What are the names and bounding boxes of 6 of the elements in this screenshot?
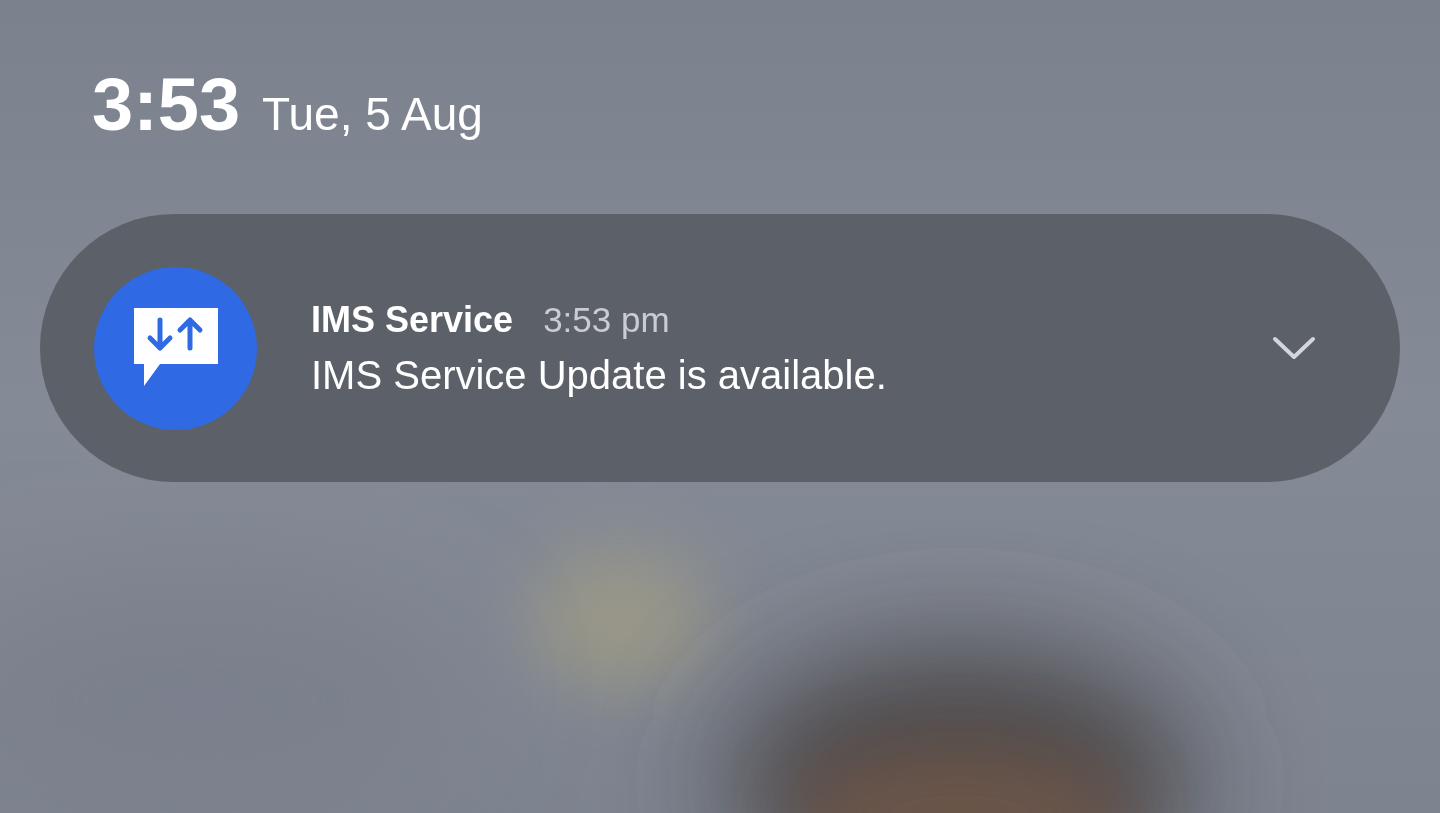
notification-message: IMS Service Update is available.	[311, 351, 888, 399]
notification-time: 3:53 pm	[543, 298, 670, 341]
notification-card[interactable]: IMS Service 3:53 pm IMS Service Update is available.	[40, 214, 1400, 482]
chevron-down-icon	[1271, 335, 1317, 361]
app-name: IMS Service	[311, 297, 514, 342]
clock-time: 3:53	[92, 68, 241, 142]
